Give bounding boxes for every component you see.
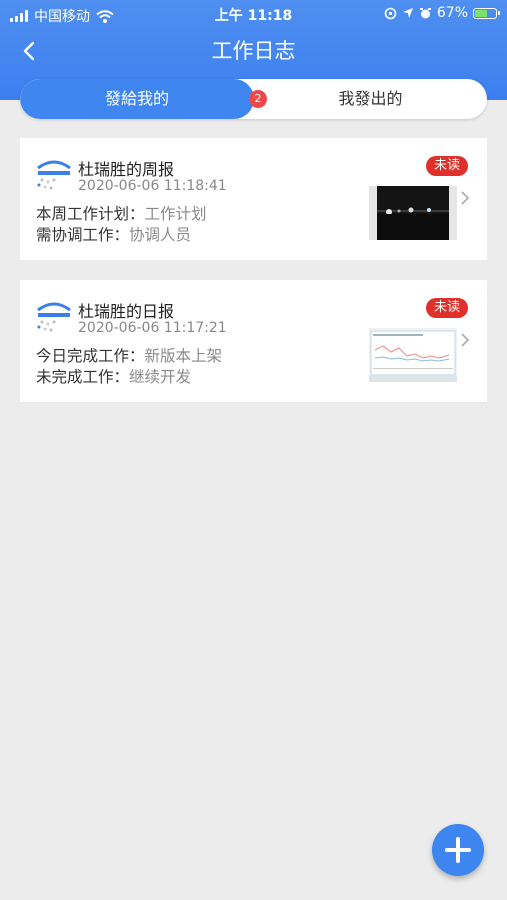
rotation-lock-icon [384,7,397,19]
log-line-value: 工作计划 [144,205,207,223]
log-line-1: 本周工作计划：工作计划 [36,202,207,224]
chevron-right-icon [461,332,470,351]
attachment-thumbnail[interactable] [369,328,457,382]
log-card[interactable]: 杜瑞胜的周报 2020-06-06 11:18:41 本周工作计划：工作计划 需… [20,138,487,260]
chevron-right-icon [461,190,470,209]
unread-badge: 未读 [426,156,468,176]
log-line-value: 继续开发 [129,368,192,386]
status-bar: 中国移动 上午 11:18 67% [0,0,507,28]
unread-badge: 未读 [426,298,468,318]
add-log-button[interactable] [432,824,484,876]
avatar-icon [37,302,71,332]
log-line-1: 今日完成工作：新版本上架 [36,344,222,366]
chart-screenshot-image [369,328,457,382]
log-line-value: 协调人员 [129,226,192,244]
log-card[interactable]: 杜瑞胜的日报 2020-06-06 11:17:21 今日完成工作：新版本上架 … [20,280,487,402]
log-time: 2020-06-06 11:17:21 [78,320,227,336]
page-title: 工作日志 [211,39,296,63]
log-title: 杜瑞胜的日报 [78,302,175,321]
battery-percent: 67% [436,5,468,21]
log-line-label: 未完成工作： [36,368,130,386]
log-title: 杜瑞胜的周报 [78,160,175,179]
battery-icon [473,7,500,19]
attachment-thumbnail[interactable] [369,186,457,240]
tab-bar: 發給我的 我發出的 2 [20,79,487,119]
unread-count-badge: 2 [249,90,267,108]
tab-sent[interactable]: 我發出的 [254,79,487,119]
log-line-2: 需协调工作：协调人员 [36,223,191,245]
alarm-icon [419,7,431,18]
avatar-icon [37,160,71,190]
log-time: 2020-06-06 11:18:41 [78,178,227,194]
tab-received[interactable]: 發給我的 [20,79,254,119]
log-line-label: 需协调工作： [36,226,130,244]
battery-level [475,9,488,17]
log-line-value: 新版本上架 [144,347,223,365]
location-icon [402,8,413,18]
log-line-label: 本周工作计划： [36,205,145,223]
night-photo-image [369,186,457,240]
nav-bar: 工作日志 [0,28,507,76]
log-line-label: 今日完成工作： [36,347,145,365]
log-line-2: 未完成工作：继续开发 [36,365,191,387]
